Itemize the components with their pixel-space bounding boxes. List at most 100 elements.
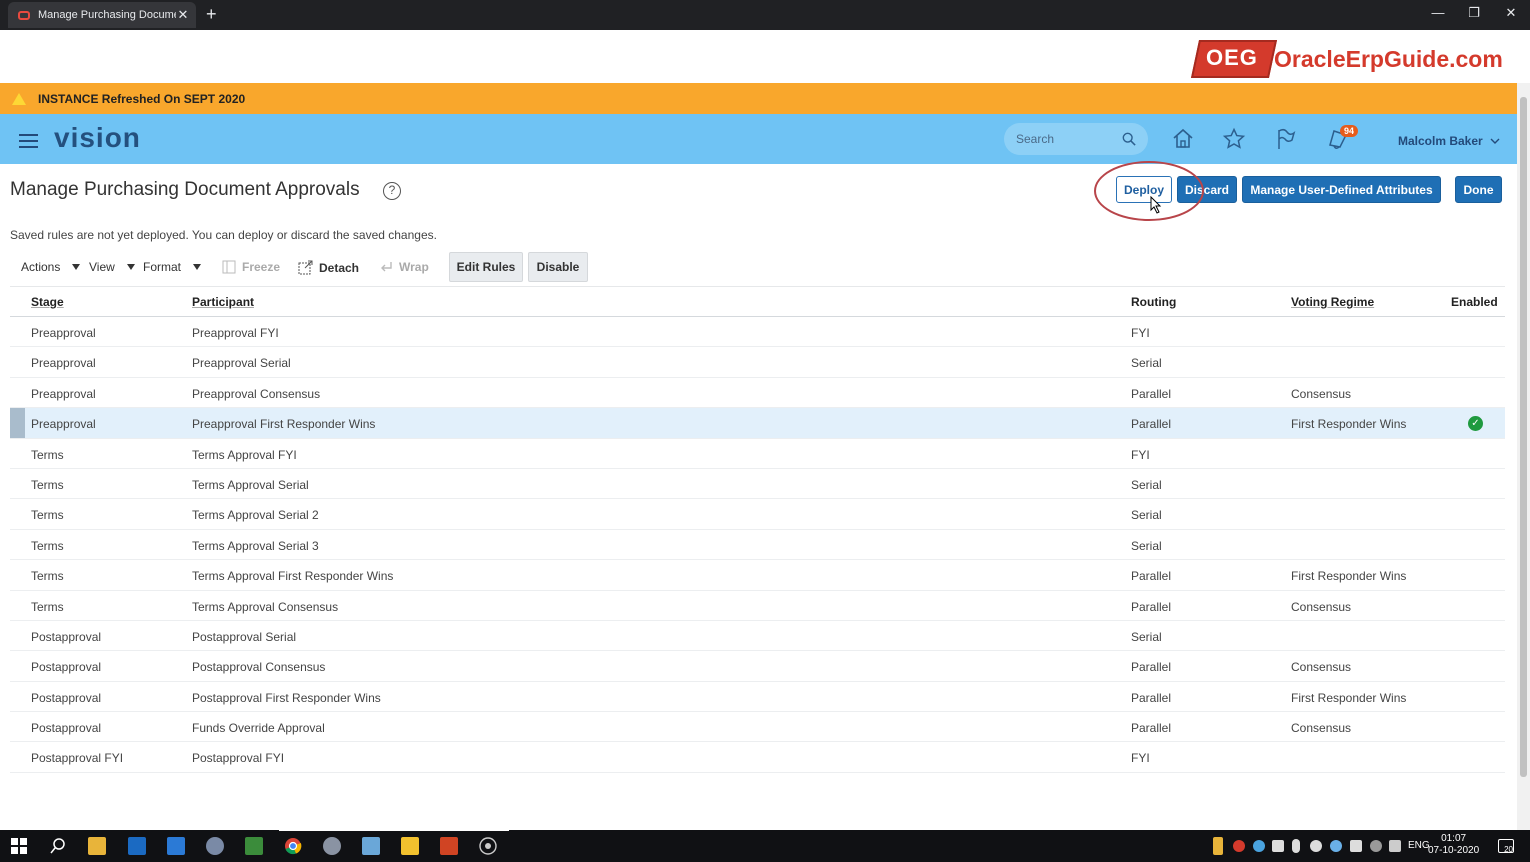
home-icon[interactable] [1171,127,1195,151]
tray-chrome-icon[interactable] [1253,840,1265,852]
tab-close-icon[interactable]: ✕ [176,7,190,23]
cell-routing: FYI [1131,326,1150,340]
column-header-stage[interactable]: Stage [31,295,64,309]
help-icon[interactable]: ? [383,182,401,200]
table-toolbar: Actions View Format Freeze Detach Wrap E… [10,252,610,282]
table-row[interactable]: Terms Terms Approval Serial 2 Serial [10,499,1505,530]
table-row[interactable]: Terms Terms Approval Serial Serial [10,469,1505,500]
action-center-icon[interactable]: 20 [1498,839,1514,854]
global-search[interactable] [1004,123,1148,155]
notes-icon[interactable] [362,837,380,855]
tray-app-icon[interactable] [1310,840,1322,852]
cell-routing: Serial [1131,356,1162,371]
powerpoint-icon[interactable] [440,837,458,855]
table-row[interactable]: Postapproval Funds Override Approval Paral… [10,712,1505,743]
cell-participant: Preapproval FYI [192,326,279,340]
flag-icon[interactable] [1274,127,1298,151]
table-row[interactable]: Postapproval FYI Postapproval FYI FYI [10,742,1505,773]
column-header-enabled[interactable]: Enabled [1451,295,1498,309]
cell-participant: Funds Override Approval [192,721,325,736]
wifi-icon[interactable] [1370,840,1382,852]
cell-routing: Parallel [1131,690,1172,705]
table-row[interactable]: Postapproval Postapproval First Responder… [10,682,1505,713]
user-menu[interactable]: Malcolm Baker [1398,134,1500,148]
cell-participant: Preapproval Serial [192,356,291,371]
cell-routing: Parallel [1131,569,1172,584]
table-row[interactable]: Preapproval Preapproval Consensus Parallel… [10,378,1505,409]
wrap-button[interactable]: Wrap [379,260,429,274]
notepad-plus-icon[interactable] [245,837,263,855]
minimize-button[interactable]: — [1430,5,1446,20]
favorites-star-icon[interactable] [1222,127,1246,151]
cell-voting-regime: Consensus [1291,386,1352,401]
vertical-scrollbar[interactable] [1517,83,1530,830]
enabled-check-icon: ✓ [1468,416,1483,432]
detach-button[interactable]: Detach [298,260,359,275]
table-row[interactable]: Terms Terms Approval First Responder Wins… [10,560,1505,591]
mail-icon[interactable] [167,837,185,855]
windows-start-icon[interactable] [10,837,28,855]
table-row[interactable]: Postapproval Postapproval Consensus Parall… [10,651,1505,682]
sticky-notes-icon[interactable] [401,837,419,855]
file-explorer-icon[interactable] [88,837,106,855]
disable-button[interactable]: Disable [528,252,588,282]
tray-app-icon[interactable] [1350,840,1362,852]
table-row[interactable]: Terms Terms Approval FYI FYI [10,439,1505,469]
cell-stage: Postapproval [31,629,102,644]
cell-participant: Terms Approval Serial 2 [192,508,319,523]
cell-stage: Preapproval [31,417,96,432]
taskbar-search-icon[interactable] [49,837,67,855]
manage-user-defined-attributes-button[interactable]: Manage User-Defined Attributes [1242,176,1441,203]
chrome-icon[interactable] [284,837,302,855]
snipping-tool-icon[interactable] [323,837,341,855]
actions-menu[interactable]: Actions [21,260,81,274]
table-row[interactable]: Terms Terms Approval Consensus Parallel Con… [10,591,1505,621]
table-row[interactable]: Postapproval Postapproval Serial Serial [10,621,1505,652]
hamburger-menu-icon[interactable] [19,134,38,148]
table-row[interactable]: Preapproval Preapproval Serial Serial [10,347,1505,378]
tray-app-icon[interactable] [1233,840,1245,852]
volume-icon[interactable] [1389,840,1401,852]
new-tab-button[interactable]: + [206,5,217,23]
search-input[interactable] [1016,132,1116,146]
window-close-button[interactable]: ✕ [1503,5,1519,21]
cell-routing: Serial [1131,629,1162,644]
column-header-voting-regime[interactable]: Voting Regime [1291,295,1374,309]
cell-voting-regime: Consensus [1291,660,1352,675]
paint-icon[interactable] [206,837,224,855]
done-button[interactable]: Done [1455,176,1502,203]
cell-participant: Terms Approval Consensus [192,599,339,614]
column-header-routing[interactable]: Routing [1131,295,1176,309]
cell-participant: Postapproval FYI [192,751,285,766]
search-icon[interactable] [1122,131,1136,147]
view-menu[interactable]: View [89,260,135,274]
microphone-icon[interactable] [1292,839,1300,853]
freeze-button[interactable]: Freeze [222,260,280,274]
instance-banner: INSTANCE Refreshed On SEPT 2020 [0,83,1517,114]
language-indicator[interactable]: ENG [1408,840,1430,851]
column-header-participant[interactable]: Participant [192,295,254,309]
deploy-status-message: Saved rules are not yet deployed. You ca… [10,228,437,242]
table-row[interactable]: Preapproval Preapproval First Responder W… [10,408,1505,439]
tray-app-icon[interactable] [1272,840,1284,852]
table-row[interactable]: Preapproval Preapproval FYI FYI [10,317,1505,348]
tray-shield-icon[interactable] [1213,837,1223,855]
actions-label: Actions [21,260,61,274]
obs-recorder-icon[interactable] [479,837,497,855]
cell-stage: Preapproval [31,356,96,371]
cell-routing: Serial [1131,477,1162,492]
cell-routing: Parallel [1131,660,1172,675]
scrollbar-thumb[interactable] [1520,97,1527,777]
restore-button[interactable]: ❐ [1466,5,1482,21]
outlook-icon[interactable] [128,837,146,855]
cell-voting-regime: First Responder Wins [1291,690,1407,705]
table-row[interactable]: Terms Terms Approval Serial 3 Serial [10,530,1505,561]
format-menu[interactable]: Format [143,260,202,274]
wrap-icon [381,262,392,272]
tray-app-icon[interactable] [1330,840,1342,852]
edit-rules-button[interactable]: Edit Rules [449,252,523,282]
approval-rules-table: Stage Participant Routing Voting Regime … [10,286,1505,773]
browser-tab[interactable]: Manage Purchasing Document A ✕ [8,2,196,28]
system-clock[interactable]: 01:07 07-10-2020 [1428,833,1479,857]
app-logo[interactable]: vision [54,122,141,154]
